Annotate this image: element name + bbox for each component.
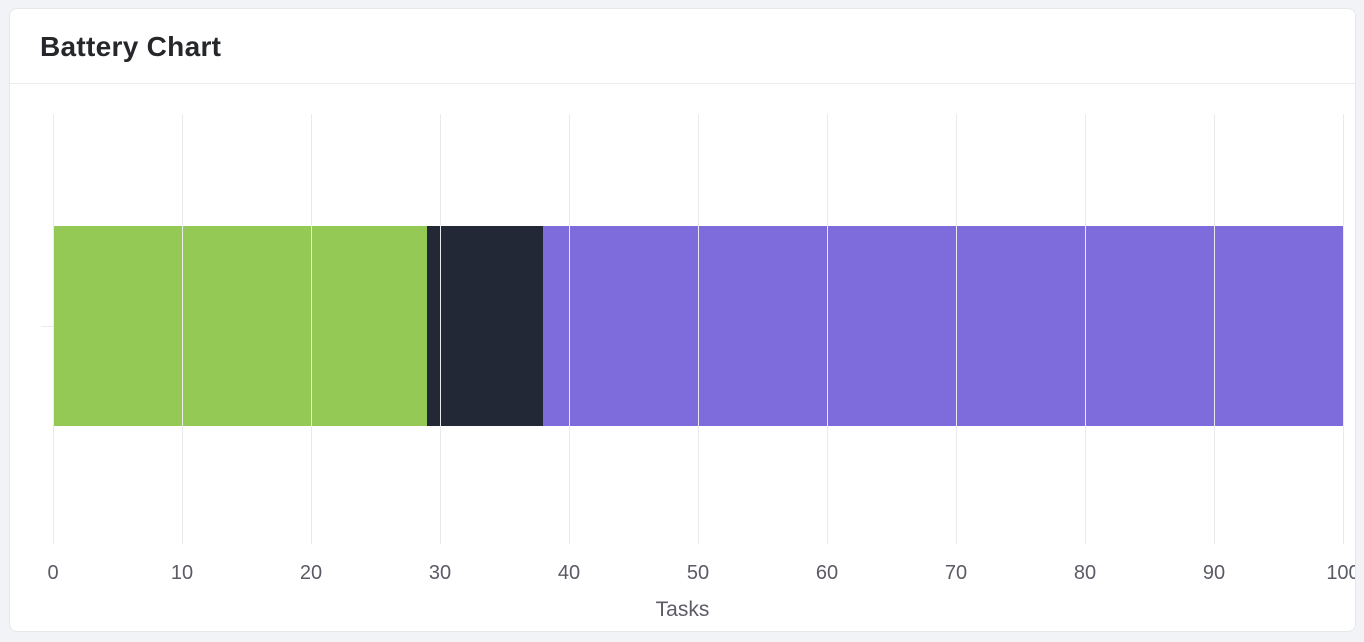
bar-segment-segment-3 [543, 226, 1343, 426]
x-tick-label: 10 [171, 562, 193, 585]
x-axis-ticks: 0102030405060708090100 [53, 562, 1343, 590]
bar-segment-segment-2 [427, 226, 543, 426]
battery-chart: 0 10 20 30 40 50 60 70 80 90 100 Tasks [10, 84, 1355, 632]
x-tick-label: 50 [687, 562, 709, 585]
grid-line [53, 114, 54, 544]
plot-area [53, 114, 1343, 544]
x-tick-label: 90 [1203, 562, 1225, 585]
grid-line [698, 114, 699, 544]
grid-line [440, 114, 441, 544]
card-title: Battery Chart [40, 31, 1325, 63]
grid-line [569, 114, 570, 544]
y-axis-tick [41, 326, 53, 327]
x-tick-label: 20 [300, 562, 322, 585]
card-header: Battery Chart [10, 9, 1355, 84]
x-axis-label: Tasks [10, 598, 1355, 622]
grid-line [1085, 114, 1086, 544]
grid-line [827, 114, 828, 544]
x-tick-label: 80 [1074, 562, 1096, 585]
grid-line [956, 114, 957, 544]
grid-line [1214, 114, 1215, 544]
grid-line [1343, 114, 1344, 544]
grid-line [311, 114, 312, 544]
x-tick-label: 30 [429, 562, 451, 585]
x-tick-label: 60 [816, 562, 838, 585]
x-tick-label: 70 [945, 562, 967, 585]
x-tick-label: 100 [1326, 562, 1356, 585]
grid-line [182, 114, 183, 544]
bar-segment-segment-1 [53, 226, 427, 426]
x-tick-label: 40 [558, 562, 580, 585]
x-tick-label: 0 [47, 562, 58, 585]
battery-chart-card: Battery Chart 0 10 20 30 40 50 60 70 80 90 100 Tas… [9, 8, 1356, 632]
